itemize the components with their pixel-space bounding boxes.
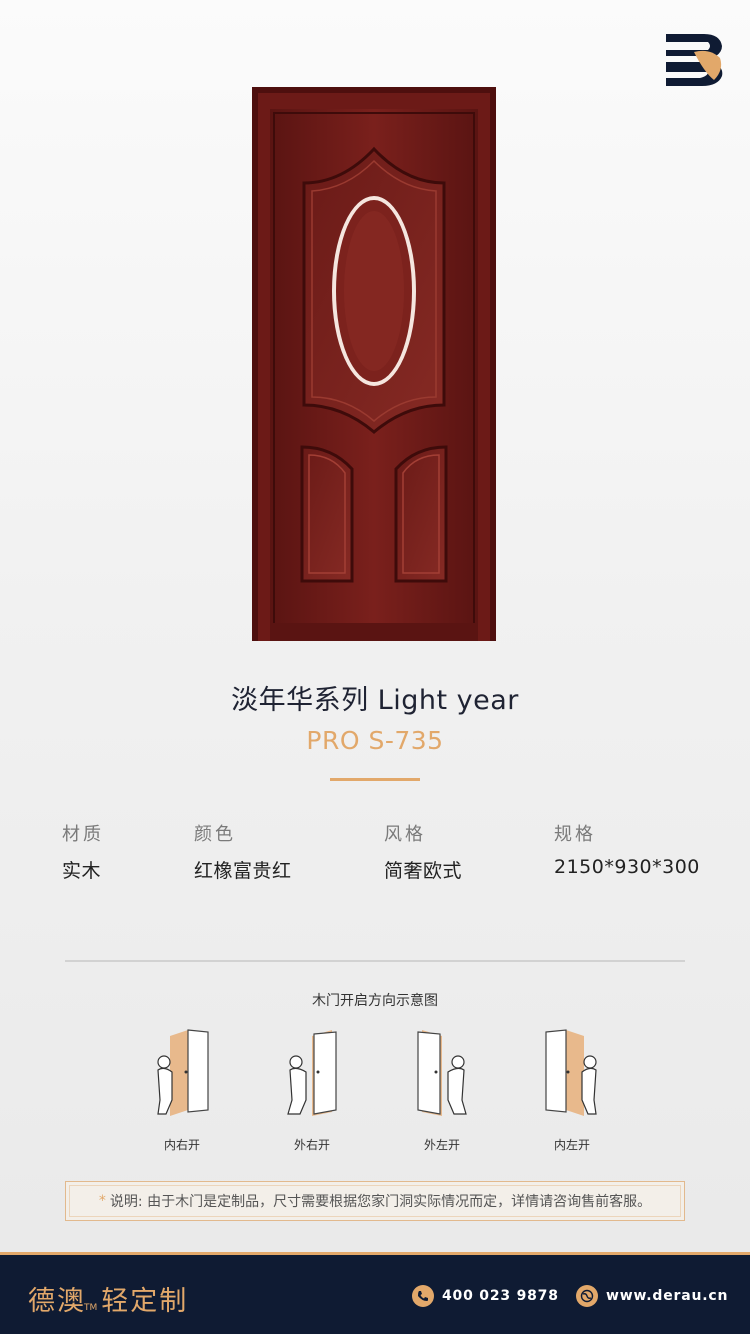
- phone-number: 400 023 9878: [442, 1288, 559, 1304]
- footer-website[interactable]: www.derau.cn: [576, 1285, 728, 1307]
- door-open-outward-right: 外右开: [280, 1028, 344, 1158]
- spec-value-size: 2150*930*300: [554, 856, 700, 878]
- spec-value-style: 简奢欧式: [384, 860, 463, 882]
- footer-brand: 德澳 TM 轻定制: [28, 1279, 188, 1318]
- note-text: 说明: 由于木门是定制品，尺寸需要根据您家门洞实际情况而定，详情请咨询售前客服。: [109, 1194, 652, 1210]
- brand-subtitle: 轻定制: [101, 1286, 189, 1317]
- spec-label-color: 颜色: [194, 824, 236, 845]
- website-url: www.derau.cn: [606, 1288, 729, 1304]
- spec-label-material: 材质: [62, 824, 104, 845]
- door-inward-left-icon: [545, 1029, 597, 1116]
- footer-phone[interactable]: 400 023 9878: [412, 1285, 559, 1307]
- open-label: 外左开: [423, 1138, 460, 1152]
- accent-divider: [330, 778, 420, 781]
- open-label: 内右开: [163, 1138, 200, 1152]
- brand-name: 德澳: [28, 1286, 86, 1317]
- diagram-title: 木门开启方向示意图: [312, 993, 438, 1009]
- door-open-inward-right: 内右开: [150, 1028, 214, 1158]
- globe-icon: [576, 1285, 598, 1307]
- spec-label-style: 风格: [384, 824, 426, 845]
- door-open-inward-left: 内左开: [540, 1028, 604, 1158]
- door-outward-left-icon: [417, 1030, 467, 1116]
- door-inward-right-icon: [157, 1029, 209, 1116]
- series-title: 淡年华系列 Light year: [231, 685, 519, 716]
- brand-tm: TM: [84, 1303, 98, 1313]
- note-star: *: [98, 1193, 106, 1209]
- brand-logo-icon: [664, 30, 726, 88]
- custom-size-note: * 说明: 由于木门是定制品，尺寸需要根据您家门洞实际情况而定，详情请咨询售前客…: [65, 1181, 685, 1221]
- spec-label-size: 规格: [554, 824, 596, 845]
- section-divider: [65, 960, 685, 962]
- spec-value-material: 实木: [62, 860, 102, 882]
- phone-icon: [412, 1285, 434, 1307]
- door-image: [252, 87, 496, 642]
- open-label: 内左开: [553, 1138, 590, 1152]
- footer-bar: 德澳 TM 轻定制 400 023 9878 www.derau.cn: [0, 1252, 750, 1334]
- open-label: 外右开: [293, 1138, 330, 1152]
- door-outward-right-icon: [287, 1030, 337, 1116]
- model-number: PRO S-735: [306, 726, 444, 755]
- door-open-outward-left: 外左开: [410, 1028, 474, 1158]
- spec-value-color: 红橡富贵红: [194, 860, 292, 882]
